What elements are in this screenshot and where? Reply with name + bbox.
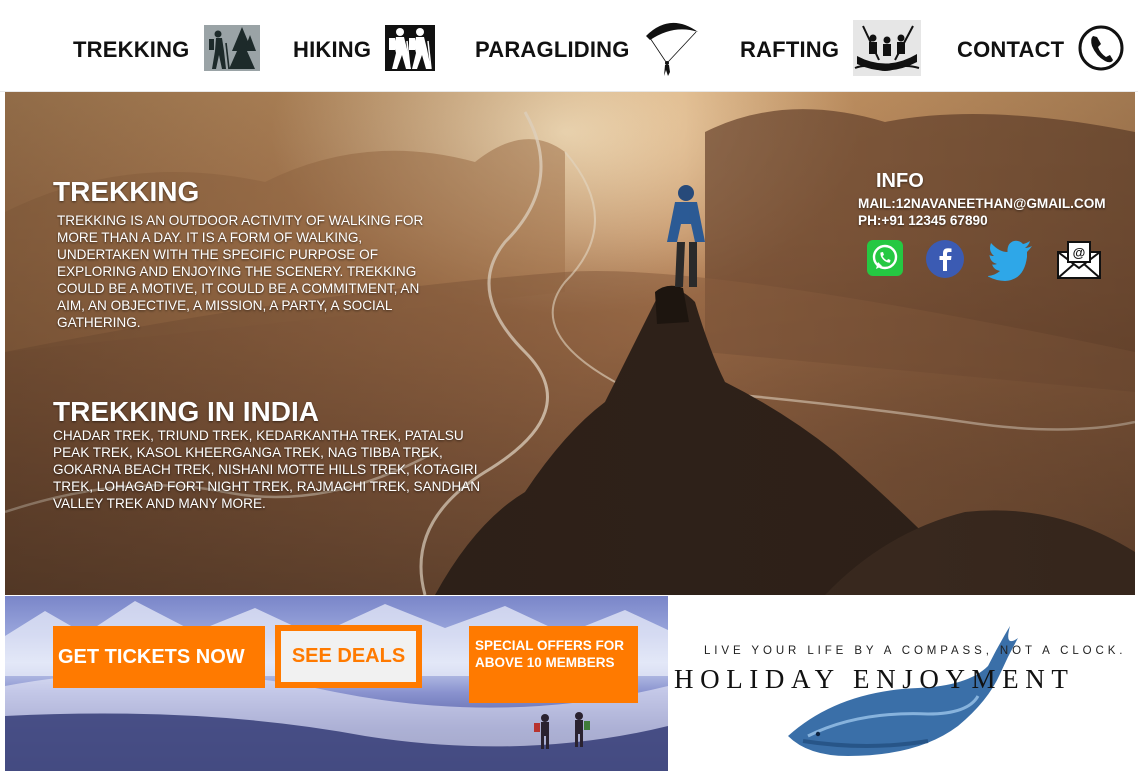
see-deals-label: SEE DEALS — [281, 631, 416, 682]
trekking-description: TREKKING IS AN OUTDOOR ACTIVITY OF WALKI… — [57, 213, 424, 330]
hero-section: TREKKING TREKKING IS AN OUTDOOR ACTIVITY… — [5, 92, 1135, 595]
get-tickets-button[interactable]: GET TICKETS NOW — [53, 626, 265, 688]
promo-tagline: LIVE YOUR LIFE BY A COMPASS, NOT A CLOCK… — [704, 645, 1127, 657]
hiking-icon — [385, 24, 436, 76]
hero-overlay — [5, 92, 1135, 595]
phone-icon — [1078, 23, 1124, 78]
special-offer-box[interactable]: SPECIAL OFFERS FOR ABOVE 10 MEMBERS — [469, 626, 638, 703]
nav-paragliding[interactable]: PARAGLIDING — [475, 18, 700, 82]
nav-hiking[interactable]: HIKING — [293, 18, 436, 82]
nav-rafting-label: RAFTING — [740, 37, 840, 62]
holiday-promo: LIVE YOUR LIFE BY A COMPASS, NOT A CLOCK… — [668, 596, 1135, 771]
top-navigation: TREKKING HIKING PARAGLIDING RAFTING CONT… — [0, 0, 1138, 92]
svg-text:@: @ — [1073, 245, 1086, 260]
nav-trekking-label: TREKKING — [73, 37, 190, 62]
rafting-icon — [853, 19, 922, 81]
booking-banner: GET TICKETS NOW SEE DEALS SPECIAL OFFERS… — [5, 596, 668, 771]
nav-trekking[interactable]: TREKKING — [73, 18, 260, 82]
nav-contact-label: CONTACT — [957, 37, 1065, 62]
info-heading: INFO — [876, 170, 924, 192]
nav-hiking-label: HIKING — [293, 37, 372, 62]
nav-contact[interactable]: CONTACT — [957, 18, 1124, 82]
trekking-india-heading: TREKKING IN INDIA — [53, 396, 319, 427]
paragliding-icon — [644, 18, 700, 83]
promo-title: HOLIDAY ENJOYMENT — [674, 664, 1075, 694]
see-deals-button[interactable]: SEE DEALS — [275, 625, 422, 688]
nav-rafting[interactable]: RAFTING — [740, 18, 922, 82]
trekking-india-list: CHADAR TREK, TRIUND TREK, KEDARKANTHA TR… — [53, 428, 481, 511]
trekking-icon — [203, 24, 260, 76]
info-phone: PH:+91 12345 67890 — [858, 213, 988, 228]
nav-paragliding-label: PARAGLIDING — [475, 37, 630, 62]
trekking-heading: TREKKING — [53, 176, 200, 207]
info-email: MAIL:12NAVANEETHAN@GMAIL.COM — [858, 196, 1106, 211]
